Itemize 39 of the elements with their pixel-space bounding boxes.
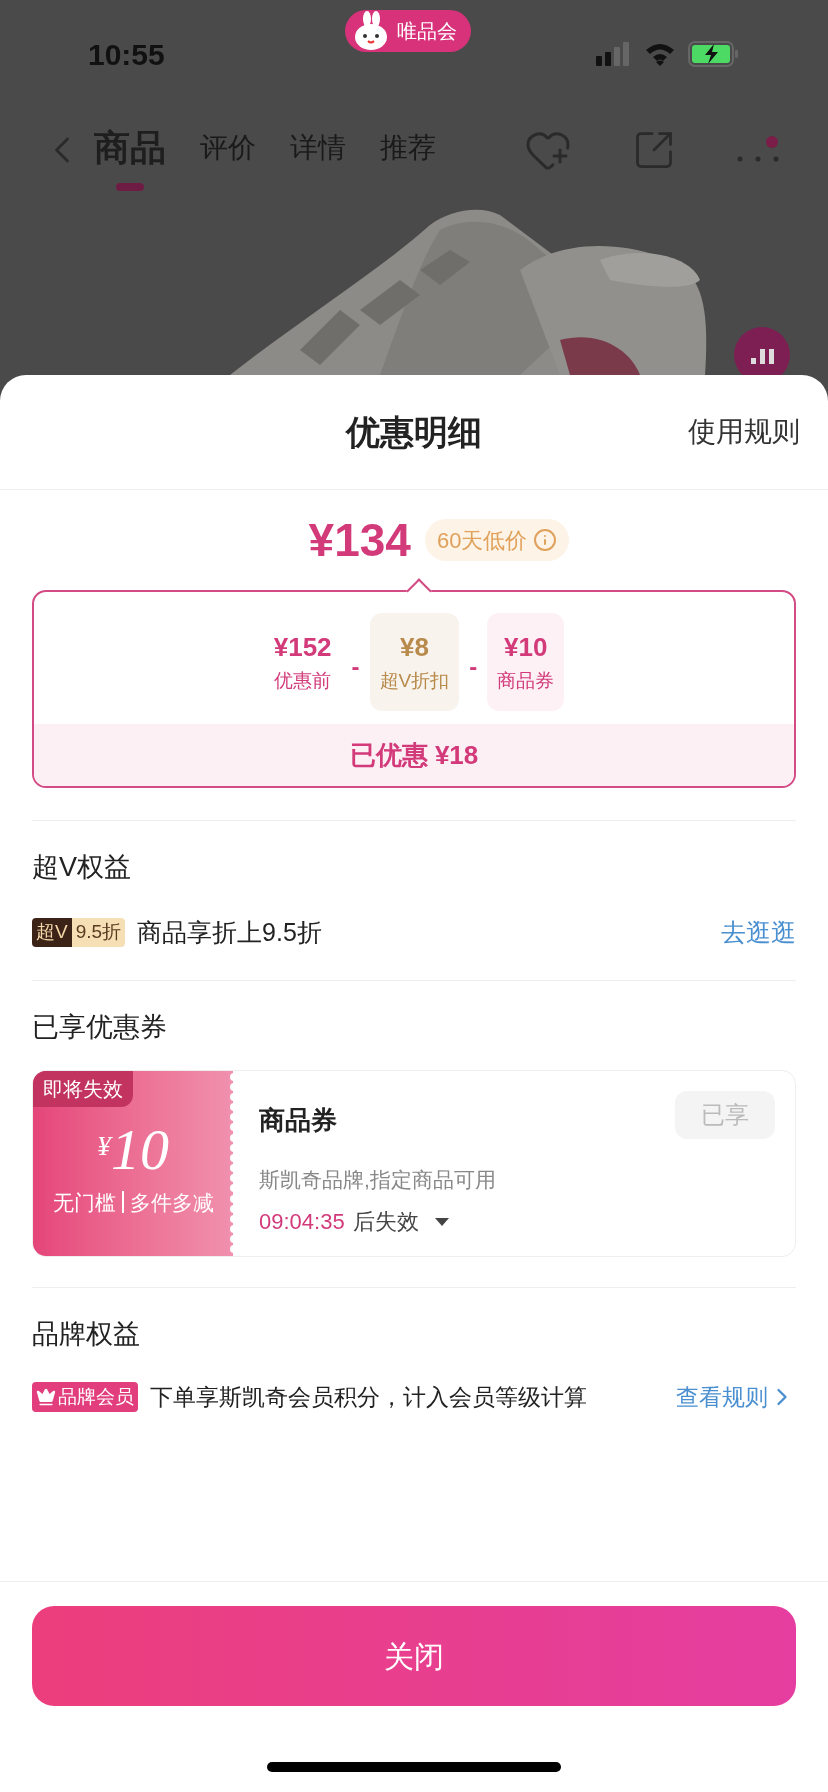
app-badge[interactable]: 唯品会 <box>345 10 471 52</box>
breakdown-item: ¥8 超V折扣 <box>369 613 460 711</box>
info-icon[interactable] <box>533 528 558 552</box>
low-price-badge: 60天低价 <box>424 519 570 561</box>
rules-link[interactable]: 使用规则 <box>688 411 800 453</box>
saved-amount: 已优惠 ¥18 <box>349 738 479 772</box>
section-title: 已享优惠券 <box>32 1011 168 1044</box>
rules-link[interactable]: 查看规则 <box>676 1380 796 1415</box>
browse-link[interactable]: 去逛逛 <box>721 913 796 951</box>
battery-icon <box>688 41 740 67</box>
wifi-icon <box>644 42 676 66</box>
home-indicator[interactable] <box>267 1762 561 1772</box>
sheet-title: 优惠明细 <box>346 411 482 453</box>
live-icon[interactable] <box>734 327 790 375</box>
minus-sign: - <box>351 652 360 682</box>
brand-member-tag: 品牌会员 <box>32 1382 138 1413</box>
coupon-name: 商品券 <box>259 1103 337 1137</box>
signal-icon <box>596 42 632 66</box>
coupon-condition: 多件多减 <box>129 1189 214 1216</box>
close-button[interactable]: 关闭 <box>32 1606 796 1706</box>
expiring-tag: 即将失效 <box>33 1070 133 1107</box>
benefit-text: 下单享斯凯奇会员积分，计入会员等级计算 <box>150 1383 587 1412</box>
breakdown-item: ¥152 优惠前 <box>272 631 333 694</box>
coupon-description: 斯凯奇品牌,指定商品可用 <box>259 1166 497 1193</box>
minus-sign: - <box>469 652 478 682</box>
coupon-currency: ¥ <box>97 1128 111 1163</box>
section-title: 品牌权益 <box>32 1317 141 1351</box>
coupon-amount: 10 <box>111 1115 169 1184</box>
expiry-text: 后失效 <box>352 1208 419 1236</box>
coupon-condition: 无门槛 <box>52 1189 116 1216</box>
countdown: 09:04:35 <box>259 1208 345 1236</box>
crown-icon <box>36 1387 56 1408</box>
tab-underline <box>116 183 144 191</box>
final-price: ¥134 <box>308 512 411 568</box>
status-time: 10:55 <box>88 36 165 73</box>
breakdown-item: ¥10 商品券 <box>487 613 565 711</box>
benefit-text: 商品享折上9.5折 <box>137 916 322 948</box>
caret-icon[interactable] <box>434 1217 449 1226</box>
section-title: 超V权益 <box>32 851 132 884</box>
